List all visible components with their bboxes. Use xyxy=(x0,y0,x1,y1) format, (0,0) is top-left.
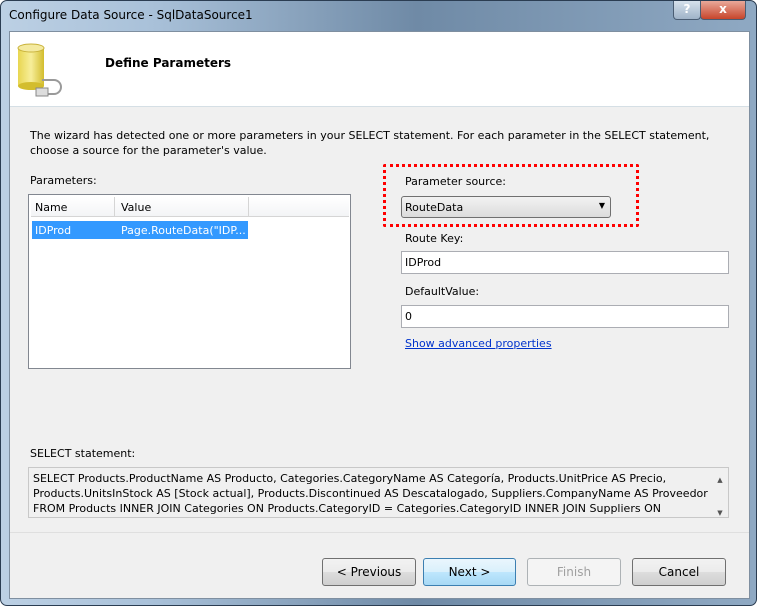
database-plug-icon xyxy=(17,43,62,97)
footer-divider xyxy=(10,532,749,533)
parameter-source-dropdown[interactable]: RouteData ▼ xyxy=(401,196,611,218)
next-button[interactable]: Next > xyxy=(423,558,516,586)
chevron-down-icon: ▼ xyxy=(598,201,605,210)
select-line: Products.UnitsInStock AS [Stock actual],… xyxy=(33,487,708,500)
route-key-label: Route Key: xyxy=(405,232,464,245)
client-area: Define Parameters The wizard has detecte… xyxy=(9,31,750,599)
cancel-button[interactable]: Cancel xyxy=(632,558,726,586)
intro-text: The wizard has detected one or more para… xyxy=(30,129,710,157)
default-value-input[interactable]: 0 xyxy=(401,305,729,328)
route-key-input[interactable]: IDProd xyxy=(401,251,729,274)
dialog-window: Configure Data Source - SqlDataSource1 ?… xyxy=(0,0,757,606)
finish-button[interactable]: Finish xyxy=(527,558,621,586)
parameters-label: Parameters: xyxy=(30,174,97,187)
window-title: Configure Data Source - SqlDataSource1 xyxy=(9,8,253,22)
param-name: IDProd xyxy=(35,224,72,237)
select-line: FROM Products INNER JOIN Categories ON P… xyxy=(33,502,661,515)
previous-button[interactable]: < Previous xyxy=(322,558,416,586)
list-item[interactable]: IDProd Page.RouteData("IDP... xyxy=(32,221,248,239)
list-header: Name Value xyxy=(31,197,349,217)
page-title: Define Parameters xyxy=(105,56,232,70)
scrollbar[interactable]: ▲ ▼ xyxy=(712,468,728,517)
default-value-label: DefaultValue: xyxy=(405,285,480,298)
column-header-value[interactable]: Value xyxy=(115,197,249,217)
parameters-list[interactable]: Name Value IDProd Page.RouteData("IDP... xyxy=(28,194,351,369)
help-button[interactable]: ? xyxy=(673,1,701,20)
param-value: Page.RouteData("IDP... xyxy=(121,224,246,237)
select-line: SELECT Products.ProductName AS Producto,… xyxy=(33,472,667,485)
close-button[interactable]: x xyxy=(700,1,746,20)
select-statement-textarea[interactable]: SELECT Products.ProductName AS Producto,… xyxy=(28,467,729,518)
show-advanced-properties-link[interactable]: Show advanced properties xyxy=(405,337,552,350)
wizard-header: Define Parameters xyxy=(10,32,749,107)
parameter-source-value: RouteData xyxy=(405,201,464,214)
select-statement-label: SELECT statement: xyxy=(30,447,136,460)
parameter-source-label: Parameter source: xyxy=(405,175,506,188)
column-header-name[interactable]: Name xyxy=(31,197,115,217)
